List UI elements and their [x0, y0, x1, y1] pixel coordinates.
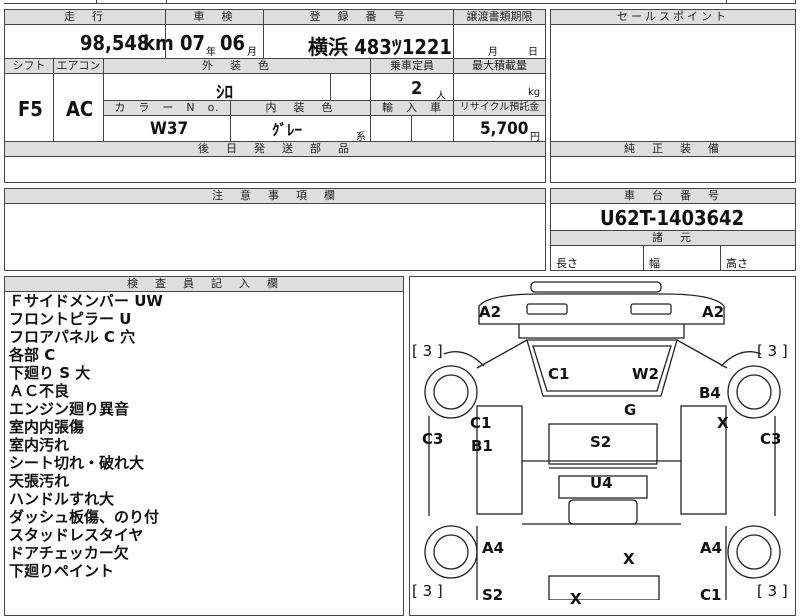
length-label: 長さ: [556, 257, 578, 270]
inspector-note-item: ダッシュ板傷、のり付: [9, 508, 160, 526]
recycle-value: 5,700: [480, 119, 529, 139]
inspector-notes-list: Ｆサイドメンバー UW フロントピラー U フロアパネル C 穴各部 C 下廻り S …: [9, 292, 163, 580]
inspector-note-item: フロアパネル C 穴: [9, 328, 136, 346]
import-cell: [370, 115, 454, 142]
import-header: 輸 入 車: [370, 100, 454, 116]
mark-s2-center: S2: [590, 433, 612, 451]
exterior-color-header: 外 装 色: [103, 58, 371, 74]
color-no-value: W37: [150, 119, 189, 139]
mark-bracket-br: [ 3 ]: [757, 582, 788, 600]
inspector-note-item: ＡＣ不良: [9, 382, 70, 400]
inspector-note-item: ハンドルすれ大: [9, 490, 115, 508]
mark-bracket-tr: [ 3 ]: [757, 342, 788, 360]
shift-value: F5: [18, 97, 43, 121]
shift-header: シフト: [4, 58, 54, 74]
color-no-header: カ ラ ー N o.: [103, 100, 231, 116]
mark-s2-bottom: S2: [482, 586, 504, 604]
capacity-value: 2: [411, 78, 423, 99]
transfer-day-unit: 日: [528, 47, 538, 58]
inspector-note-item: 下廻り S 大: [9, 364, 91, 382]
mark-g: G: [624, 401, 637, 419]
mark-bracket-bl: [ 3 ]: [412, 582, 443, 600]
inspector-note-item: フロントピラー U: [9, 310, 132, 328]
inspector-note-item: 室内汚れ: [9, 436, 70, 454]
mark-a4-right: A4: [700, 539, 723, 557]
ac-value: AC: [66, 97, 94, 121]
capacity-header: 乗車定員: [370, 58, 454, 74]
genuine-equipment-header: 純 正 装 備: [550, 141, 796, 157]
inspector-header: 検 査 員 記 入 欄: [4, 276, 404, 292]
max-load-unit: kg: [528, 87, 541, 98]
width-label: 幅: [649, 257, 660, 270]
mark-a2-right: A2: [702, 303, 725, 321]
inspection-month-unit: 月: [247, 47, 257, 58]
inspector-note-item: スタッドレスタイヤ: [9, 526, 144, 544]
recycle-header: リサイクル預託金: [453, 100, 546, 116]
mark-c3-left: C3: [422, 430, 444, 448]
mark-c1-bottom: C1: [700, 586, 722, 604]
inspector-note-item: 下廻りペイント: [9, 562, 115, 580]
height-label: 高さ: [726, 257, 748, 270]
inspector-note-item: ドアチェッカー欠: [9, 544, 129, 562]
ac-header: エアコン: [53, 58, 104, 74]
mark-bracket-tl: [ 3 ]: [412, 342, 443, 360]
mark-x-lower: X: [623, 550, 635, 568]
inspector-note-item: エンジン廻り異音: [9, 400, 130, 418]
dimensions-header: 諸 元: [550, 230, 796, 246]
selling-points-header: セールスポイント: [550, 9, 796, 25]
mark-c3-right: C3: [760, 430, 782, 448]
top-strip: [4, 0, 796, 4]
registration-header: 登 録 番 号: [263, 9, 454, 25]
chassis-header: 車 台 番 号: [550, 188, 796, 204]
mark-x-bottom: X: [570, 590, 582, 608]
registration-value: 横浜 483ﾂ1221: [308, 35, 452, 59]
mark-a2-left: A2: [479, 303, 502, 321]
mark-w2: W2: [632, 365, 659, 383]
inspector-note-item: シート切れ・破れ大: [9, 454, 145, 472]
chassis-value: U62T-1403642: [600, 206, 745, 230]
mark-x-right: X: [717, 414, 729, 432]
inspector-note-item: 各部 C: [9, 346, 56, 364]
mark-b4: B4: [699, 384, 721, 402]
transfer-header: 譲渡書類期限: [453, 9, 546, 25]
transfer-month-unit: 月: [488, 47, 498, 58]
mark-c1-top: C1: [548, 365, 570, 383]
mileage-header: 走 行: [4, 9, 166, 25]
mark-a4-left: A4: [482, 539, 505, 557]
interior-color-value: ｸﾞﾚｰ: [272, 121, 303, 139]
inspector-note-item: 室内内張傷: [9, 418, 85, 436]
parts-header: 後 日 発 送 部 品: [4, 141, 546, 157]
max-load-header: 最大積載量: [453, 58, 546, 74]
mark-c1-left: C1: [470, 414, 492, 432]
mileage-value: 98,548: [80, 31, 150, 55]
inspection-year: 07: [180, 31, 206, 55]
mark-u4: U4: [590, 474, 613, 492]
mark-b1: B1: [471, 437, 493, 455]
inspection-year-unit: 年: [206, 47, 216, 58]
inspection-month: 06: [220, 31, 246, 55]
inspector-note-item: Ｆサイドメンバー UW: [9, 292, 163, 310]
notes-header: 注 意 事 項 欄: [4, 188, 546, 204]
inspector-note-item: 天張汚れ: [9, 472, 70, 490]
inspection-header: 車 検: [165, 9, 264, 25]
interior-color-header: 内 装 色: [230, 100, 371, 116]
